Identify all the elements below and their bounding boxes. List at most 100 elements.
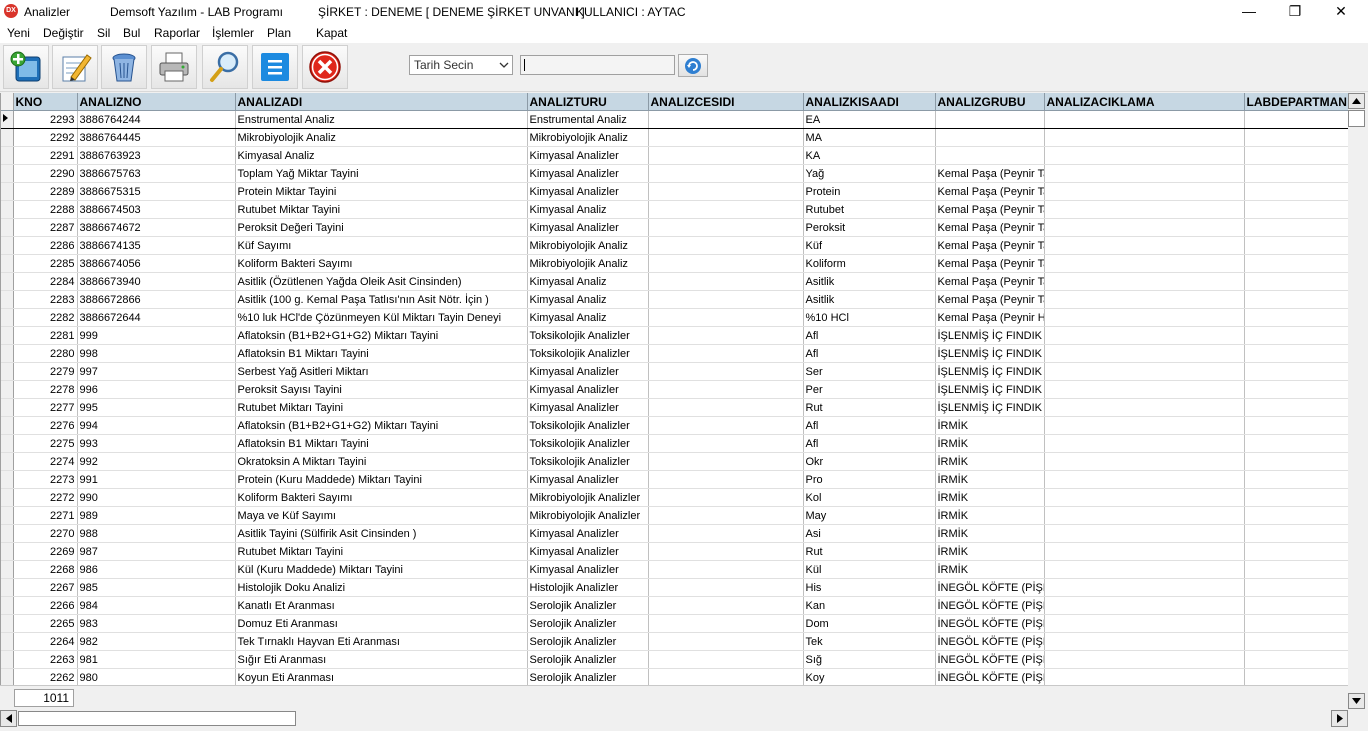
cell-analizgrubu[interactable]: İRMİK	[935, 488, 1045, 507]
cell-analizaciklama[interactable]	[1044, 272, 1245, 291]
table-row[interactable]: 2283 3886672866 Asitlik (100 g. Kemal Paşa…	[1, 290, 1349, 309]
cell-analizkisaadi[interactable]: Afl	[803, 344, 936, 363]
cell-analizadi[interactable]: Peroksit Sayısı Tayini	[235, 380, 528, 399]
cell-analizkisaadi[interactable]: KA	[803, 146, 936, 165]
cell-kno[interactable]: 2283	[13, 290, 78, 309]
cell-analizadi[interactable]: Protein Miktar Tayini	[235, 182, 528, 201]
cell-analizgrubu[interactable]: İNEGÖL KÖFTE (PİŞM	[935, 614, 1045, 633]
cell-analizkisaadi[interactable]: Asi	[803, 524, 936, 543]
cell-analizgrubu[interactable]: İŞLENMİŞ İÇ FINDIK	[935, 380, 1045, 399]
cell-labdepartman[interactable]	[1244, 362, 1349, 381]
cell-labdepartman[interactable]	[1244, 110, 1349, 129]
cell-analizadi[interactable]: Enstrumental Analiz	[235, 110, 528, 129]
cell-analizkisaadi[interactable]: Peroksit	[803, 218, 936, 237]
cell-analizgrubu[interactable]: İRMİK	[935, 416, 1045, 435]
cell-analizno[interactable]: 3886673940	[77, 272, 236, 291]
row-indicator[interactable]	[1, 254, 14, 273]
cell-analizturu[interactable]: Kimyasal Analizler	[527, 398, 649, 417]
cell-analizturu[interactable]: Mikrobiyolojik Analiz	[527, 236, 649, 255]
cell-analizturu[interactable]: Serolojik Analizler	[527, 632, 649, 651]
cell-analizcesidi[interactable]	[648, 236, 804, 255]
cell-analizkisaadi[interactable]: Rutubet	[803, 200, 936, 219]
cell-kno[interactable]: 2274	[13, 452, 78, 471]
cell-analizaciklama[interactable]	[1044, 632, 1245, 651]
cell-kno[interactable]: 2282	[13, 308, 78, 327]
cell-labdepartman[interactable]	[1244, 290, 1349, 309]
cell-analizcesidi[interactable]	[648, 200, 804, 219]
cell-kno[interactable]: 2264	[13, 632, 78, 651]
table-row[interactable]: 2276 994 Aflatoksin (B1+B2+G1+G2) Miktarı …	[1, 416, 1349, 435]
cell-analizno[interactable]: 3886675763	[77, 164, 236, 183]
table-row[interactable]: 2279 997 Serbest Yağ Asitleri Miktarı Kimya…	[1, 362, 1349, 381]
cell-analizaciklama[interactable]	[1044, 254, 1245, 273]
cell-analizcesidi[interactable]	[648, 164, 804, 183]
cell-analizno[interactable]: 3886674135	[77, 236, 236, 255]
cell-kno[interactable]: 2276	[13, 416, 78, 435]
restore-button[interactable]: ❐	[1272, 0, 1318, 23]
cell-analizturu[interactable]: Kimyasal Analiz	[527, 290, 649, 309]
cell-analizcesidi[interactable]	[648, 488, 804, 507]
minimize-button[interactable]: —	[1226, 0, 1272, 23]
cell-analizaciklama[interactable]	[1044, 542, 1245, 561]
cell-kno[interactable]: 2269	[13, 542, 78, 561]
cell-analizaciklama[interactable]	[1044, 380, 1245, 399]
cell-labdepartman[interactable]	[1244, 542, 1349, 561]
edit-button[interactable]	[52, 45, 98, 89]
row-indicator[interactable]	[1, 290, 14, 309]
cell-analizno[interactable]: 993	[77, 434, 236, 453]
cell-analizturu[interactable]: Kimyasal Analizler	[527, 182, 649, 201]
cell-analizturu[interactable]: Toksikolojik Analizler	[527, 326, 649, 345]
cell-kno[interactable]: 2284	[13, 272, 78, 291]
row-indicator[interactable]	[1, 326, 14, 345]
cell-analizturu[interactable]: Mikrobiyolojik Analizler	[527, 488, 649, 507]
cell-analizgrubu[interactable]: Kemal Paşa (Peynir Ta	[935, 290, 1045, 309]
cell-analizkisaadi[interactable]: Rut	[803, 398, 936, 417]
cell-analizaciklama[interactable]	[1044, 362, 1245, 381]
cell-analizcesidi[interactable]	[648, 182, 804, 201]
table-row[interactable]: 2285 3886674056 Koliform Bakteri Sayımı Mik…	[1, 254, 1349, 273]
cell-labdepartman[interactable]	[1244, 416, 1349, 435]
cell-analizkisaadi[interactable]: Koy	[803, 668, 936, 685]
cell-labdepartman[interactable]	[1244, 398, 1349, 417]
cell-analizaciklama[interactable]	[1044, 650, 1245, 669]
new-record-button[interactable]	[3, 45, 49, 89]
cell-kno[interactable]: 2286	[13, 236, 78, 255]
cell-analizadi[interactable]: Aflatoksin (B1+B2+G1+G2) Miktarı Tayini	[235, 416, 528, 435]
cell-analizgrubu[interactable]	[935, 128, 1045, 147]
close-window-button[interactable]: ✕	[1318, 0, 1364, 23]
cell-analizcesidi[interactable]	[648, 308, 804, 327]
cell-analizgrubu[interactable]: Kemal Paşa (Peynir Ta	[935, 254, 1045, 273]
cell-analizkisaadi[interactable]: Sığ	[803, 650, 936, 669]
cell-analizaciklama[interactable]	[1044, 560, 1245, 579]
cell-analizturu[interactable]: Kimyasal Analizler	[527, 524, 649, 543]
cell-analizgrubu[interactable]: Kemal Paşa (Peynir Ta	[935, 236, 1045, 255]
cell-analizturu[interactable]: Mikrobiyolojik Analizler	[527, 506, 649, 525]
cell-kno[interactable]: 2287	[13, 218, 78, 237]
cell-kno[interactable]: 2292	[13, 128, 78, 147]
row-indicator[interactable]	[1, 308, 14, 327]
cell-kno[interactable]: 2290	[13, 164, 78, 183]
table-row[interactable]: 2277 995 Rutubet Miktarı Tayini Kimyasal An…	[1, 398, 1349, 417]
cell-kno[interactable]: 2275	[13, 434, 78, 453]
cell-labdepartman[interactable]	[1244, 578, 1349, 597]
menu-plan[interactable]: Plan	[267, 26, 291, 40]
row-indicator[interactable]	[1, 128, 14, 147]
cell-analizaciklama[interactable]	[1044, 308, 1245, 327]
row-indicator[interactable]	[1, 470, 14, 489]
table-row[interactable]: 2284 3886673940 Asitlik (Özütlenen Yağda O…	[1, 272, 1349, 291]
table-row[interactable]: 2272 990 Koliform Bakteri Sayımı Mikrobiyol…	[1, 488, 1349, 507]
cell-analizno[interactable]: 986	[77, 560, 236, 579]
cell-analizkisaadi[interactable]: %10 HCl	[803, 308, 936, 327]
table-row[interactable]: 2263 981 Sığır Eti Aranması Serolojik Anali…	[1, 650, 1349, 669]
cell-analizgrubu[interactable]: Kemal Paşa (Peynir Ha	[935, 308, 1045, 327]
cell-analizturu[interactable]: Kimyasal Analizler	[527, 560, 649, 579]
cell-labdepartman[interactable]	[1244, 470, 1349, 489]
row-indicator[interactable]	[1, 344, 14, 363]
col-header-analizcesidi[interactable]: ANALIZCESIDI	[648, 93, 804, 111]
cell-kno[interactable]: 2271	[13, 506, 78, 525]
cell-analizkisaadi[interactable]: May	[803, 506, 936, 525]
cell-analizno[interactable]: 992	[77, 452, 236, 471]
cell-analizadi[interactable]: Asitlik (Özütlenen Yağda Oleik Asit Cins…	[235, 272, 528, 291]
cell-analizadi[interactable]: Kül (Kuru Maddede) Miktarı Tayini	[235, 560, 528, 579]
cell-analizaciklama[interactable]	[1044, 506, 1245, 525]
